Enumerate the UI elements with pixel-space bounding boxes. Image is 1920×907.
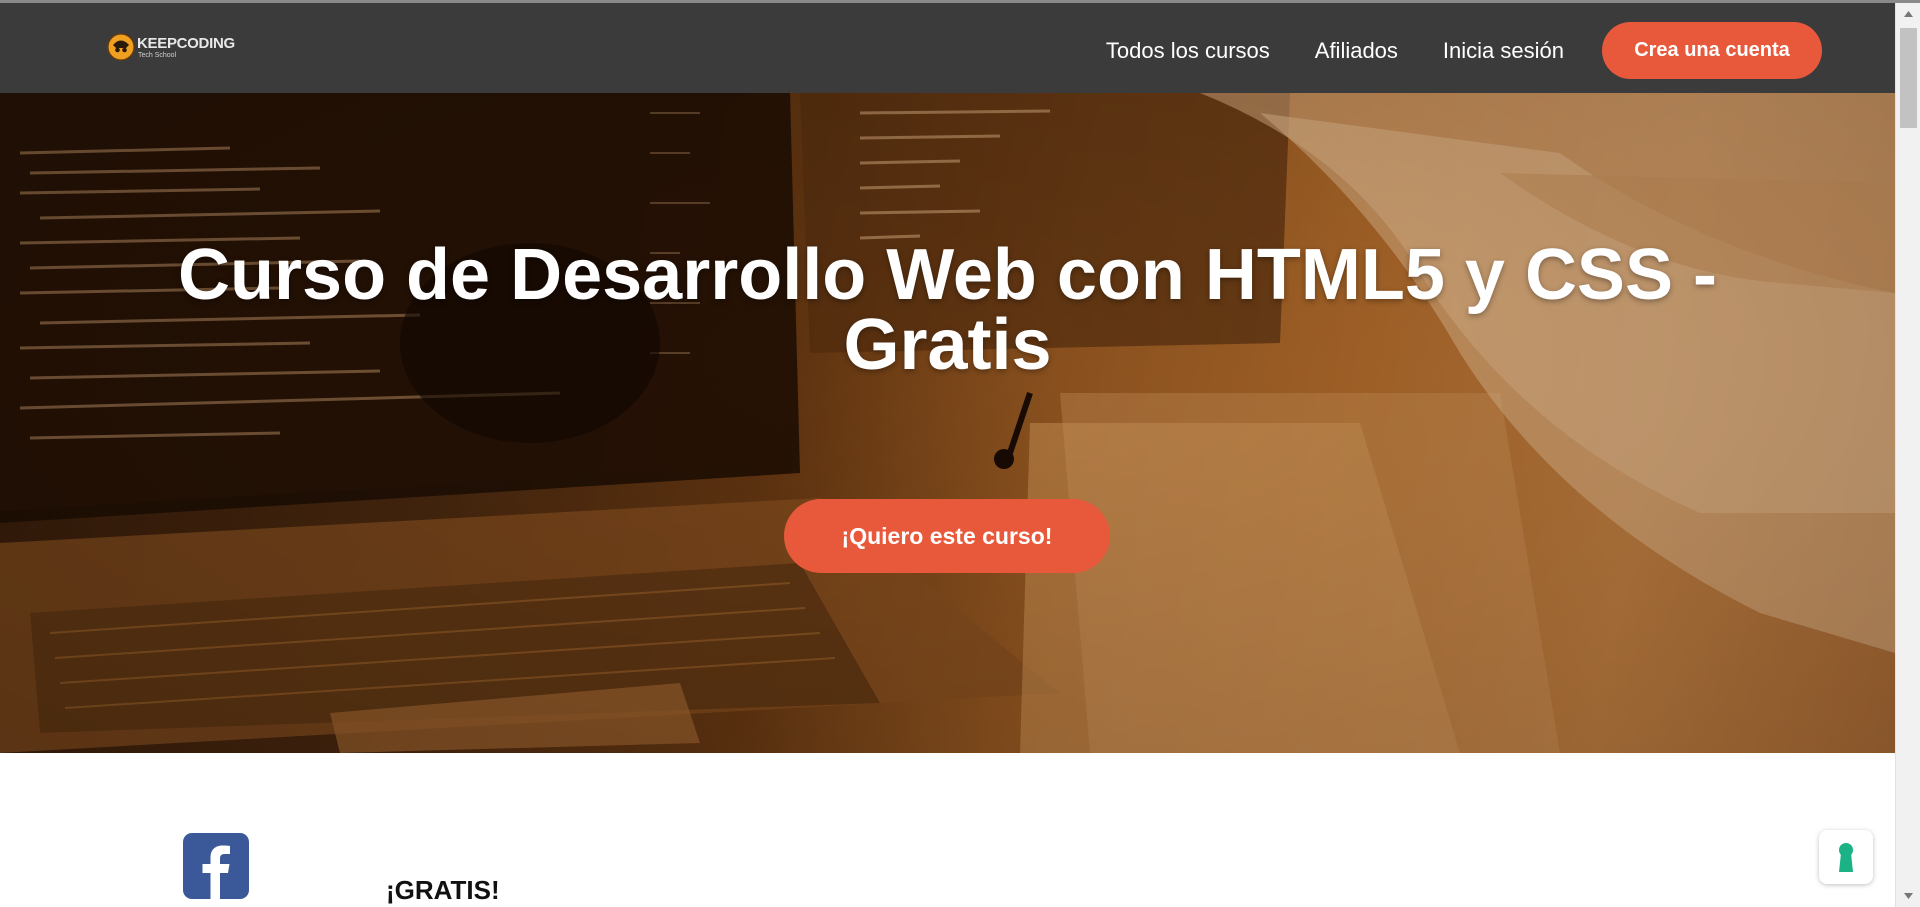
scrollbar-thumb[interactable] [1900, 28, 1917, 128]
nav-link-afiliados[interactable]: Afiliados [1315, 38, 1398, 64]
scroll-down-arrow-icon[interactable] [1896, 885, 1920, 907]
brand-logo[interactable]: KEEPCODING Tech School [107, 33, 235, 61]
brand-name: KEEPCODING [137, 34, 235, 52]
hero-overlay [0, 93, 1895, 753]
window-top-border [0, 0, 1920, 3]
create-account-button[interactable]: Crea una cuenta [1602, 22, 1822, 79]
enroll-course-button[interactable]: ¡Quiero este curso! [784, 499, 1110, 573]
section-heading: ¡GRATIS! [386, 875, 500, 905]
nav-link-todos-los-cursos[interactable]: Todos los cursos [1106, 38, 1270, 64]
keyhole-lock-icon [1839, 843, 1853, 872]
hero-section: Curso de Desarrollo Web con HTML5 y CSS … [0, 93, 1895, 753]
keepcoding-logo-icon [107, 33, 135, 61]
facebook-icon[interactable] [183, 833, 249, 899]
nav-link-inicia-sesion[interactable]: Inicia sesión [1443, 38, 1564, 64]
privacy-widget[interactable] [1819, 830, 1873, 884]
vertical-scrollbar[interactable] [1895, 3, 1920, 907]
page-title-line-1: Curso de Desarrollo Web con HTML5 y CSS … [178, 235, 1717, 315]
navbar: KEEPCODING Tech School Todos los cursos … [0, 3, 1895, 93]
page-title: Curso de Desarrollo Web con HTML5 y CSS … [0, 239, 1895, 381]
facebook-glyph [202, 845, 230, 899]
brand-text: KEEPCODING Tech School [137, 36, 235, 59]
page-title-line-2: Gratis [843, 305, 1052, 385]
page: KEEPCODING Tech School Todos los cursos … [0, 0, 1895, 907]
scroll-up-arrow-icon[interactable] [1896, 3, 1920, 25]
brand-tagline: Tech School [138, 51, 177, 59]
main-nav: Todos los cursos Afiliados Inicia sesión… [1106, 22, 1822, 79]
